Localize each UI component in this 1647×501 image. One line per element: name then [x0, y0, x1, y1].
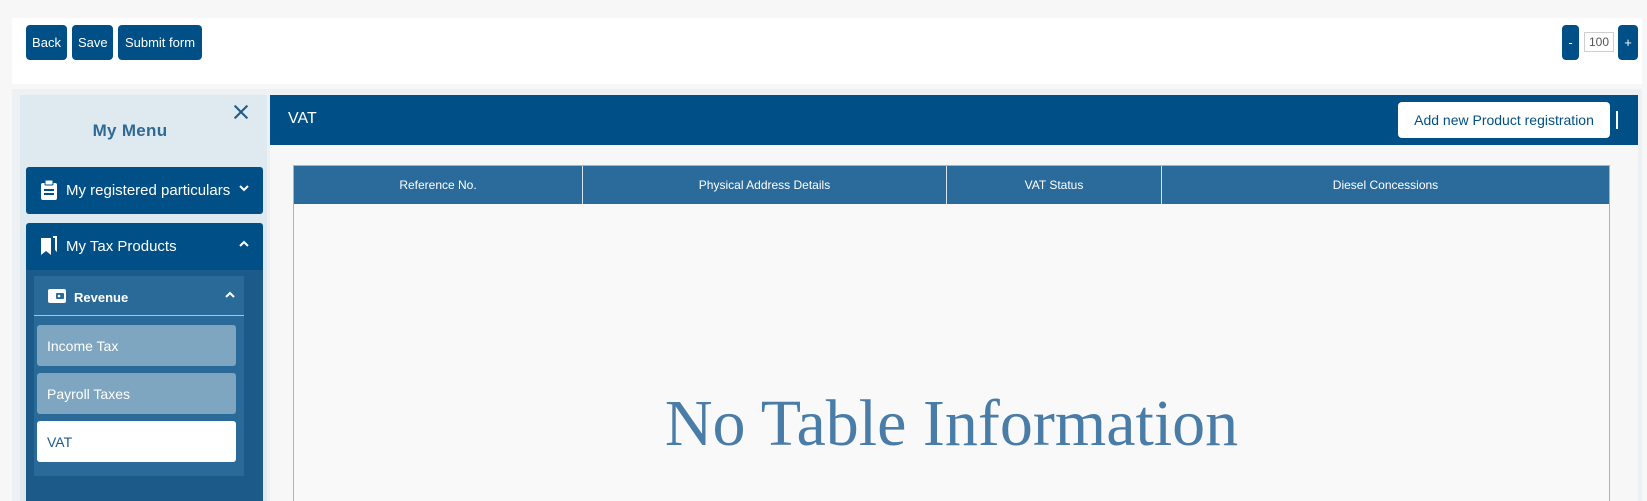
panel-label: My Tax Products	[66, 238, 177, 255]
sidebar-item-label: VAT	[47, 434, 73, 450]
column-header-diesel[interactable]: Diesel Concessions	[1162, 166, 1609, 204]
chevron-up-icon	[238, 238, 250, 250]
revenue-header[interactable]: Revenue	[34, 276, 244, 316]
save-button[interactable]: Save	[72, 25, 113, 60]
column-header-vat-status[interactable]: VAT Status	[947, 166, 1162, 204]
panel-tax-products[interactable]: My Tax Products	[26, 223, 263, 270]
wallet-icon	[48, 288, 66, 303]
sidebar-menu: My Menu My registered particulars My Tax…	[20, 95, 267, 501]
submit-form-button[interactable]: Submit form	[118, 25, 202, 60]
revenue-label: Revenue	[74, 290, 129, 305]
sidebar-item-vat[interactable]: VAT	[37, 421, 236, 462]
menu-title: My Menu	[92, 121, 168, 140]
tax-products-body: Revenue Income Tax Payroll Taxes VAT	[26, 270, 263, 501]
revenue-group: Revenue Income Tax Payroll Taxes VAT	[34, 276, 244, 476]
chevron-down-icon	[238, 182, 250, 194]
sidebar-item-payroll-taxes[interactable]: Payroll Taxes	[37, 373, 236, 414]
registrations-table: Reference No. Physical Address Details V…	[293, 165, 1610, 501]
header-divider	[1616, 111, 1618, 129]
panel-registered-particulars[interactable]: My registered particulars	[26, 167, 263, 214]
column-header-reference[interactable]: Reference No.	[294, 166, 583, 204]
sidebar-item-income-tax[interactable]: Income Tax	[37, 325, 236, 366]
sidebar-item-label: Income Tax	[47, 338, 119, 354]
chevron-up-icon	[224, 289, 236, 301]
table-header: Reference No. Physical Address Details V…	[294, 166, 1609, 204]
column-header-address[interactable]: Physical Address Details	[583, 166, 947, 204]
main-header: VAT Add new Product registration	[270, 95, 1638, 145]
back-button[interactable]: Back	[26, 25, 67, 60]
sidebar-item-label: Payroll Taxes	[47, 386, 131, 402]
add-product-registration-button[interactable]: Add new Product registration	[1398, 102, 1610, 138]
zoom-in-button[interactable]: +	[1618, 25, 1638, 60]
panel-label: My registered particulars	[66, 182, 231, 199]
zoom-level-input[interactable]: 100	[1584, 32, 1614, 52]
empty-table-message: No Table Information	[664, 387, 1239, 460]
page-title: VAT	[288, 110, 317, 127]
close-icon[interactable]	[230, 101, 252, 123]
top-toolbar: Back Save Submit form - 100 +	[12, 18, 1642, 84]
clipboard-icon	[40, 179, 58, 200]
bookmark-icon	[40, 236, 58, 256]
main-content: VAT Add new Product registration Referen…	[270, 95, 1638, 501]
zoom-out-button[interactable]: -	[1562, 25, 1579, 60]
